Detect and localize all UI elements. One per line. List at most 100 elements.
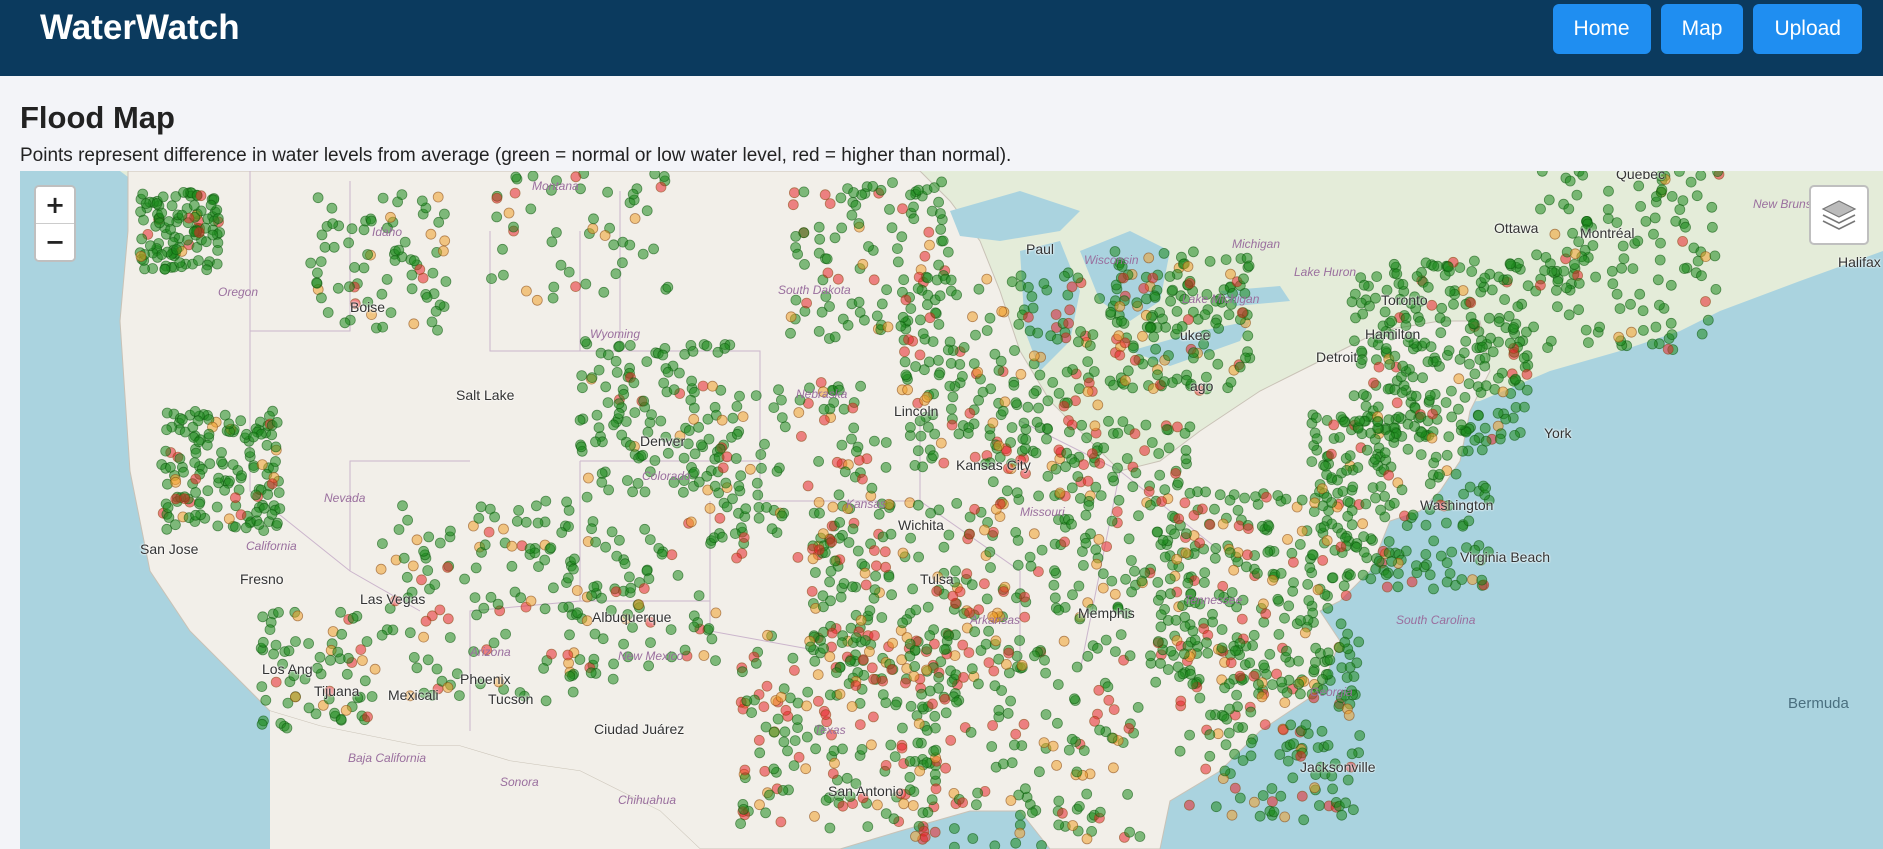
- water-level-marker[interactable]: [984, 312, 996, 324]
- water-level-marker[interactable]: [1118, 272, 1129, 284]
- water-level-marker[interactable]: [904, 638, 916, 650]
- water-level-marker[interactable]: [339, 317, 351, 329]
- water-level-marker[interactable]: [230, 521, 241, 533]
- water-level-marker[interactable]: [1287, 772, 1299, 784]
- water-level-marker[interactable]: [1417, 372, 1428, 384]
- water-level-marker[interactable]: [1254, 810, 1266, 822]
- water-level-marker[interactable]: [753, 734, 765, 746]
- water-level-marker[interactable]: [985, 562, 996, 573]
- water-level-marker[interactable]: [1258, 659, 1269, 671]
- water-level-marker[interactable]: [939, 693, 951, 705]
- water-level-marker[interactable]: [897, 311, 909, 323]
- water-level-marker[interactable]: [966, 579, 978, 591]
- water-level-marker[interactable]: [1066, 281, 1078, 293]
- water-level-marker[interactable]: [825, 565, 837, 577]
- water-level-marker[interactable]: [271, 416, 283, 428]
- water-level-marker[interactable]: [1677, 236, 1688, 247]
- water-level-marker[interactable]: [235, 415, 247, 427]
- water-level-marker[interactable]: [888, 813, 900, 825]
- water-level-marker[interactable]: [768, 726, 780, 738]
- water-level-marker[interactable]: [1407, 371, 1419, 383]
- water-level-marker[interactable]: [261, 439, 273, 451]
- water-level-marker[interactable]: [1107, 471, 1118, 483]
- water-level-marker[interactable]: [1685, 176, 1697, 188]
- water-level-marker[interactable]: [1053, 795, 1065, 807]
- water-level-marker[interactable]: [1344, 450, 1356, 462]
- water-level-marker[interactable]: [577, 382, 588, 394]
- water-level-marker[interactable]: [629, 213, 641, 224]
- water-level-marker[interactable]: [1397, 279, 1409, 290]
- water-level-marker[interactable]: [1258, 598, 1269, 610]
- water-level-marker[interactable]: [1030, 447, 1042, 459]
- water-level-marker[interactable]: [1204, 750, 1216, 762]
- water-level-marker[interactable]: [1342, 774, 1354, 786]
- water-level-marker[interactable]: [1332, 474, 1343, 486]
- water-level-marker[interactable]: [1053, 819, 1065, 831]
- water-level-marker[interactable]: [1485, 332, 1496, 344]
- water-level-marker[interactable]: [1710, 284, 1722, 295]
- water-level-marker[interactable]: [807, 553, 819, 565]
- water-level-marker[interactable]: [933, 196, 944, 208]
- water-level-marker[interactable]: [721, 451, 733, 463]
- water-level-marker[interactable]: [385, 211, 396, 223]
- water-level-marker[interactable]: [819, 189, 831, 201]
- water-level-marker[interactable]: [1041, 433, 1052, 445]
- water-level-marker[interactable]: [610, 268, 622, 280]
- water-level-marker[interactable]: [929, 428, 941, 440]
- water-level-marker[interactable]: [270, 456, 281, 467]
- water-level-marker[interactable]: [1165, 588, 1176, 600]
- water-level-marker[interactable]: [1111, 506, 1123, 518]
- water-level-marker[interactable]: [576, 370, 588, 382]
- water-level-marker[interactable]: [776, 412, 788, 424]
- water-level-marker[interactable]: [1509, 429, 1520, 441]
- water-level-marker[interactable]: [880, 461, 892, 473]
- water-level-marker[interactable]: [358, 224, 370, 236]
- water-level-marker[interactable]: [422, 654, 434, 666]
- water-level-marker[interactable]: [930, 744, 942, 756]
- water-level-marker[interactable]: [1033, 490, 1044, 502]
- water-level-marker[interactable]: [411, 534, 423, 546]
- water-level-marker[interactable]: [852, 545, 864, 557]
- water-level-marker[interactable]: [1180, 547, 1192, 559]
- water-level-marker[interactable]: [818, 403, 830, 415]
- water-level-marker[interactable]: [506, 560, 518, 572]
- water-level-marker[interactable]: [1226, 809, 1238, 821]
- water-level-marker[interactable]: [590, 436, 601, 448]
- water-level-marker[interactable]: [161, 424, 173, 436]
- water-level-marker[interactable]: [1108, 704, 1120, 715]
- water-level-marker[interactable]: [1093, 684, 1105, 696]
- water-level-marker[interactable]: [1391, 397, 1403, 409]
- water-level-marker[interactable]: [602, 186, 613, 198]
- water-level-marker[interactable]: [1106, 575, 1118, 587]
- water-level-marker[interactable]: [533, 561, 544, 573]
- water-level-marker[interactable]: [943, 630, 955, 642]
- water-level-marker[interactable]: [1358, 279, 1370, 291]
- water-level-marker[interactable]: [1691, 190, 1703, 202]
- water-level-marker[interactable]: [792, 248, 803, 260]
- water-level-marker[interactable]: [689, 448, 701, 460]
- water-level-marker[interactable]: [1480, 435, 1492, 447]
- water-level-marker[interactable]: [1428, 260, 1440, 272]
- water-level-marker[interactable]: [856, 744, 868, 755]
- water-level-marker[interactable]: [731, 552, 742, 564]
- water-level-marker[interactable]: [863, 241, 874, 252]
- water-level-marker[interactable]: [923, 356, 935, 368]
- water-level-marker[interactable]: [996, 305, 1008, 317]
- water-level-marker[interactable]: [685, 516, 697, 528]
- water-level-marker[interactable]: [884, 204, 895, 215]
- water-level-marker[interactable]: [216, 456, 227, 468]
- water-level-marker[interactable]: [949, 823, 960, 834]
- water-level-marker[interactable]: [1243, 260, 1255, 272]
- water-level-marker[interactable]: [290, 636, 301, 647]
- water-level-marker[interactable]: [1655, 237, 1666, 249]
- water-level-marker[interactable]: [915, 314, 926, 326]
- water-level-marker[interactable]: [1083, 500, 1095, 512]
- water-level-marker[interactable]: [1092, 399, 1104, 411]
- water-level-marker[interactable]: [524, 543, 536, 555]
- water-level-marker[interactable]: [1236, 307, 1248, 319]
- water-level-marker[interactable]: [981, 593, 993, 605]
- water-level-marker[interactable]: [1087, 448, 1098, 460]
- water-level-marker[interactable]: [174, 257, 186, 268]
- water-level-marker[interactable]: [1446, 546, 1458, 558]
- water-level-marker[interactable]: [1073, 580, 1085, 592]
